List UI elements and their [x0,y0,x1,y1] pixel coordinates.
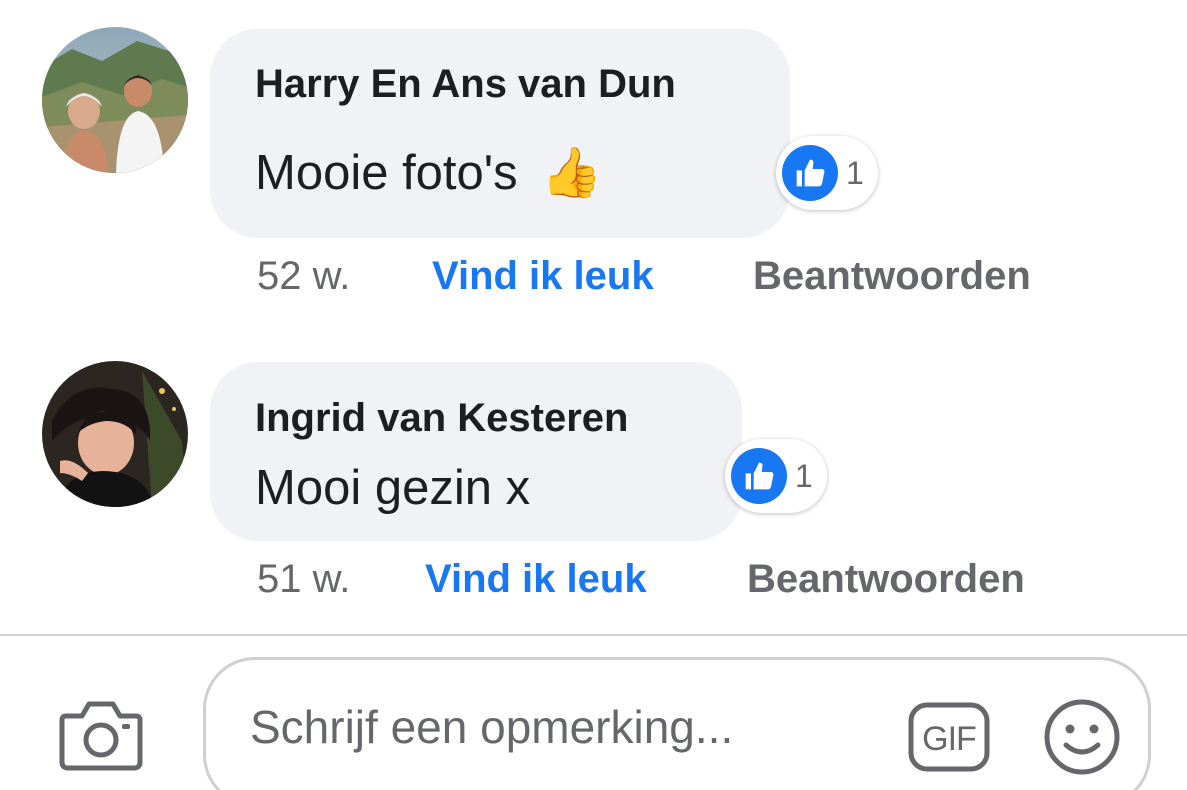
reply-button[interactable]: Beantwoorden [753,254,1031,299]
reaction-summary[interactable]: 1 [776,136,878,210]
like-button[interactable]: Vind ik leuk [432,254,654,299]
reply-button[interactable]: Beantwoorden [747,557,1025,602]
avatar[interactable] [42,27,188,173]
comment-author[interactable]: Ingrid van Kesteren [255,396,628,441]
comment-text: Mooi gezin x [255,461,531,515]
emoji-button[interactable] [1042,697,1122,777]
comment-input[interactable] [250,700,890,754]
camera-icon [59,701,143,771]
like-button[interactable]: Vind ik leuk [425,557,647,602]
comments-page: Harry En Ans van Dun Mooie foto's 👍 1 52… [0,0,1187,790]
comment-text: Mooie foto's 👍 [255,144,602,201]
thumbs-up-emoji: 👍 [541,146,603,200]
emoji-icon [1044,699,1120,775]
like-icon [731,448,787,504]
comment-text-content: Mooie foto's [255,146,518,200]
composer-divider [0,634,1187,636]
reaction-count: 1 [795,457,813,494]
comment-timestamp[interactable]: 51 w. [257,557,350,602]
avatar[interactable] [42,361,188,507]
like-icon [782,145,838,201]
gif-button[interactable]: GIF [908,702,990,772]
comment-composer[interactable]: GIF [203,657,1151,790]
comment-author[interactable]: Harry En Ans van Dun [255,62,676,107]
gif-icon: GIF [908,702,990,772]
camera-button[interactable] [58,698,144,772]
reaction-count: 1 [846,154,864,191]
reaction-summary[interactable]: 1 [725,439,827,513]
gif-label: GIF [922,720,976,758]
comment-timestamp[interactable]: 52 w. [257,254,350,299]
comment-bubble[interactable] [210,29,790,238]
